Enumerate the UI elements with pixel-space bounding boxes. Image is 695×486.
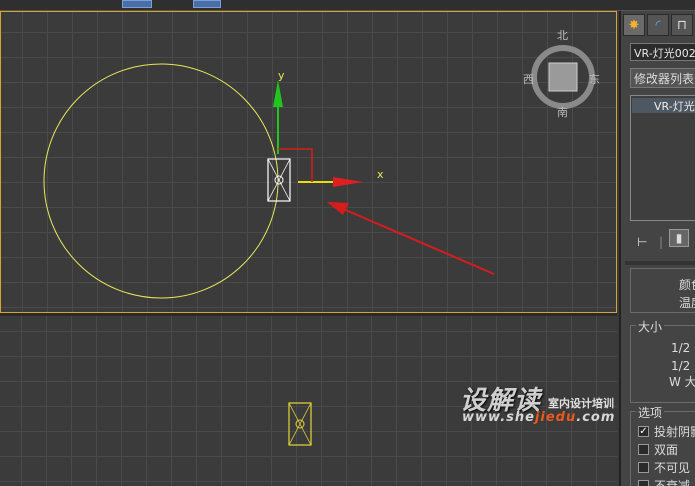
command-panel: ✸ ◜ ⊓ VR-灯光002 修改器列表 VR-灯光 ⊢ | ▮ 颜色 温度 大…	[619, 11, 695, 486]
size-group-title: 大小	[636, 318, 665, 335]
cast-shadows-checkbox[interactable]: ✓	[638, 425, 649, 437]
modifier-list-dropdown[interactable]: 修改器列表	[630, 68, 695, 88]
gizmo-x-arrow[interactable]	[333, 177, 363, 187]
viewport-scene	[43, 63, 495, 299]
panel-separator	[625, 261, 695, 265]
no-decay-checkbox[interactable]	[638, 479, 649, 486]
temperature-label: 温度	[679, 296, 695, 310]
gizmo-y-arrow[interactable]	[273, 80, 283, 107]
double-sided-label: 双面	[654, 442, 679, 457]
no-decay-label: 不衰减	[654, 478, 691, 486]
modify-tab-icon[interactable]: ◜	[647, 14, 669, 36]
watermark: 设解读 室内设计培训 www.shejiedu.com	[460, 380, 614, 425]
viewcube-south[interactable]: 南	[557, 104, 568, 120]
invisible-option[interactable]: 不可见	[638, 459, 690, 475]
viewcube-east[interactable]: 东	[589, 71, 600, 87]
half-width-label: 1/2 宽	[671, 359, 695, 373]
invisible-label: 不可见	[654, 460, 691, 475]
main-toolbar	[0, 0, 695, 11]
axis-y-label: y	[278, 69, 285, 82]
cast-shadows-option[interactable]: ✓ 投射阴影	[638, 423, 695, 439]
gizmo-plane-handle[interactable]	[278, 148, 313, 182]
options-group-title: 选项	[636, 404, 665, 421]
create-tab-icon[interactable]: ✸	[623, 14, 645, 36]
axis-x-label: x	[377, 168, 384, 181]
color-label: 颜色	[679, 278, 695, 292]
double-sided-option[interactable]: 双面	[638, 441, 678, 457]
light-range-circle	[43, 63, 279, 299]
watermark-subtitle: 室内设计培训	[548, 397, 614, 410]
no-decay-option[interactable]: 不衰减	[638, 477, 690, 486]
modifier-stack[interactable]: VR-灯光	[630, 95, 695, 221]
show-end-result-button[interactable]: ▮	[669, 229, 689, 247]
w-size-label: W 大小	[669, 375, 695, 389]
hierarchy-tab-icon[interactable]: ⊓	[671, 14, 693, 36]
viewcube-west[interactable]: 西	[523, 71, 534, 87]
annotation-arrow	[340, 207, 495, 275]
invisible-checkbox[interactable]	[638, 461, 649, 473]
pin-stack-icon[interactable]: ⊢	[637, 235, 647, 249]
annotation-arrowhead	[327, 202, 349, 215]
cast-shadows-label: 投射阴影	[654, 424, 695, 439]
viewcube-north[interactable]: 北	[557, 27, 568, 43]
stack-item-vray-light[interactable]: VR-灯光	[632, 98, 695, 113]
watermark-url: www.shejiedu.com	[462, 410, 616, 425]
viewcube[interactable]: 北 西 东 南	[523, 29, 600, 119]
toolbar-button[interactable]	[122, 0, 152, 8]
double-sided-checkbox[interactable]	[638, 443, 649, 455]
toolbar-button[interactable]	[193, 0, 221, 8]
viewport-top[interactable]: x y 北 西 东 南	[0, 11, 617, 313]
half-length-label: 1/2 长	[671, 341, 695, 355]
object-name-field[interactable]: VR-灯光002	[630, 43, 695, 61]
stack-separator: |	[659, 235, 664, 249]
